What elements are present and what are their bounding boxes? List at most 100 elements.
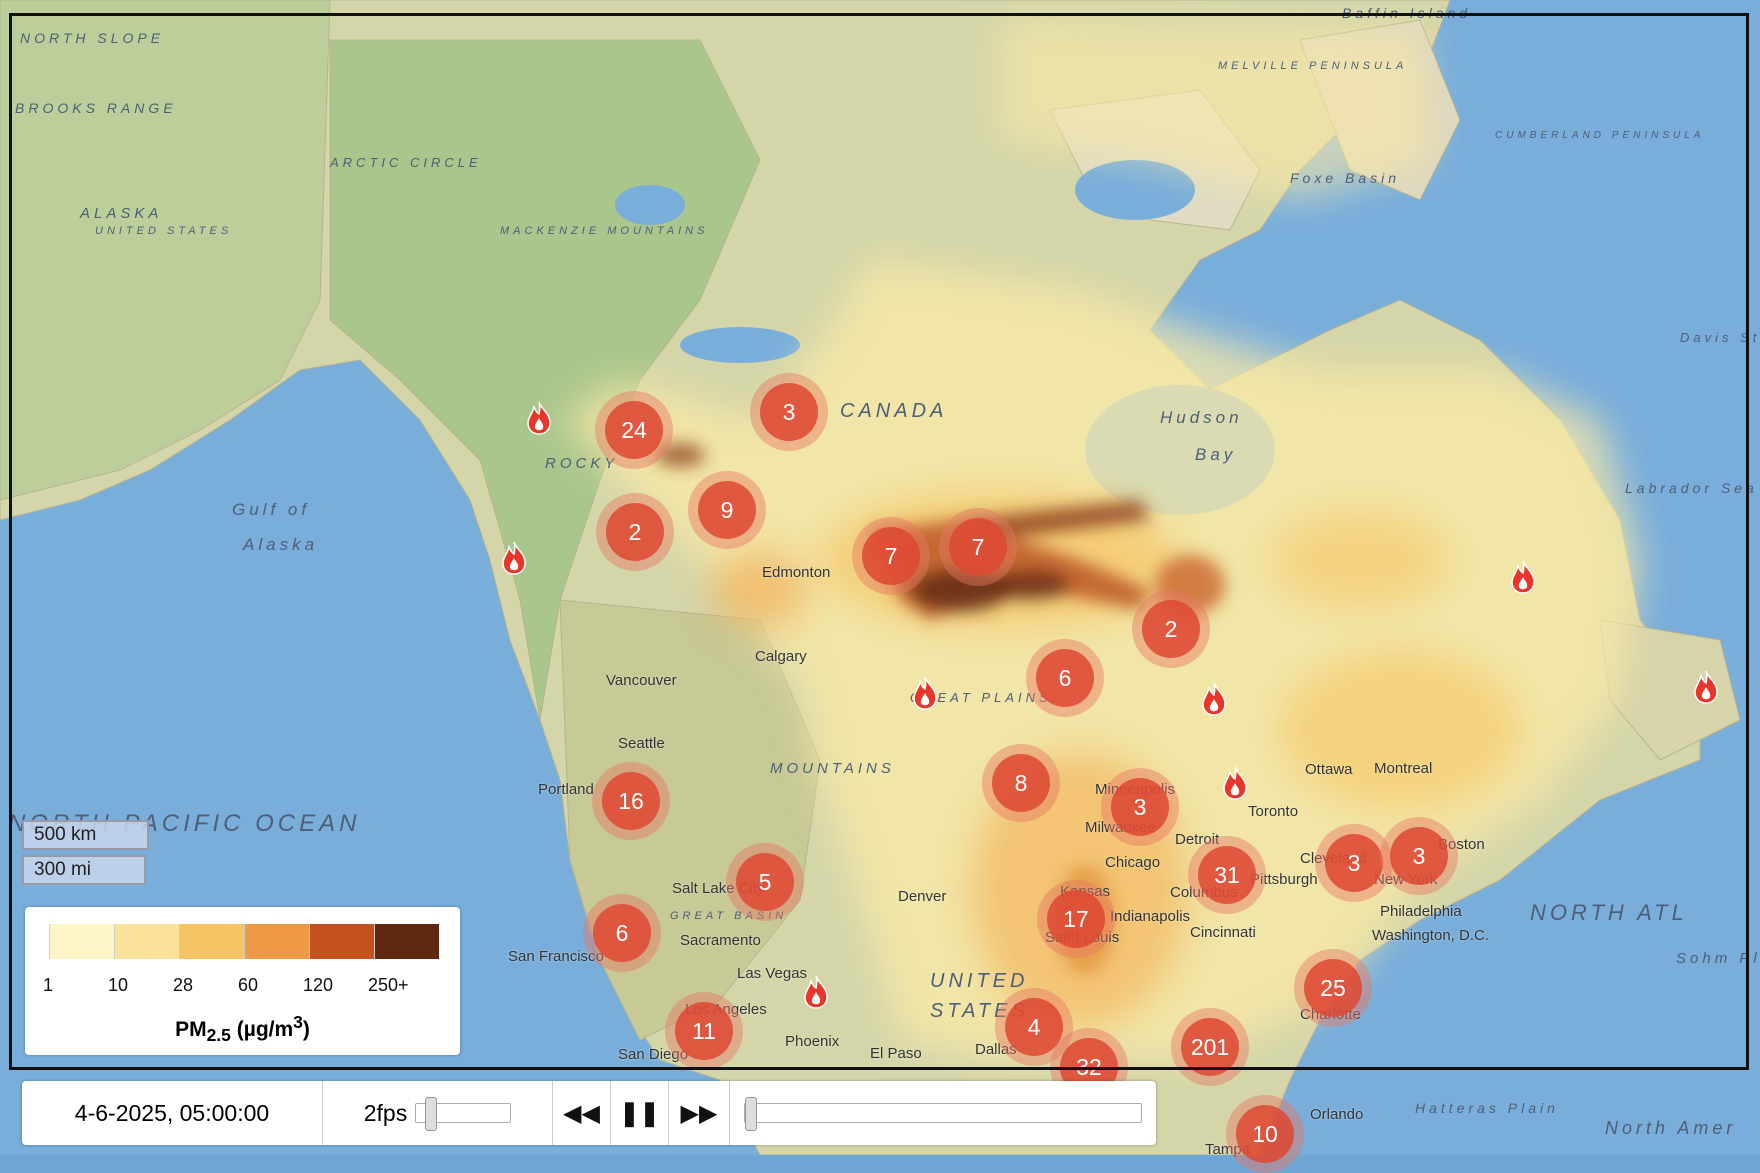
fire-cluster-marker[interactable]: 8 [982,744,1060,822]
fire-cluster-marker[interactable]: 31 [1188,836,1266,914]
fire-icon[interactable] [526,401,552,435]
region-label: Sohm Pl [1676,950,1760,967]
fast-forward-button[interactable]: ▶▶ [669,1081,730,1145]
fire-cluster-marker[interactable]: 6 [1026,639,1104,717]
city-label: Sacramento [680,932,761,949]
city-label: Phoenix [785,1033,840,1050]
cluster-count: 3 [1390,827,1448,885]
city-label: El Paso [870,1045,922,1062]
region-label: Foxe Basin [1290,170,1401,186]
region-label: ALASKA [80,205,163,222]
region-label: MELVILLE PENINSULA [1218,60,1408,72]
cluster-count: 201 [1181,1018,1239,1076]
fire-cluster-marker[interactable]: 201 [1171,1008,1249,1086]
cluster-count: 11 [675,1002,733,1060]
fire-cluster-marker[interactable]: 3 [750,373,828,451]
region-label: NORTH SLOPE [20,30,165,46]
region-label: BROOKS RANGE [15,100,177,116]
cluster-count: 16 [602,772,660,830]
region-label: Hatteras Plain [1415,1100,1559,1116]
fps-slider[interactable] [415,1097,512,1131]
region-label: Bay [1195,445,1237,464]
cluster-count: 3 [1111,778,1169,836]
city-label: Philadelphia [1380,903,1462,920]
legend-title-unit: (µg/m [230,1018,294,1041]
fps-label: 2fps [363,1099,408,1126]
region-label: Labrador Sea [1625,480,1758,496]
region-label: MOUNTAINS [770,760,895,777]
city-label: Seattle [618,735,665,752]
legend-swatch [114,924,179,959]
region-label: North Amer [1605,1118,1737,1138]
legend-tick: 60 [238,975,259,995]
city-label: Vancouver [606,672,677,689]
fire-cluster-marker[interactable]: 2 [1132,590,1210,668]
legend-tick: 1 [43,975,54,995]
pause-button[interactable]: ❚❚ [611,1081,669,1145]
region-label: MACKENZIE MOUNTAINS [500,225,709,237]
fire-cluster-marker[interactable]: 16 [592,762,670,840]
legend-swatch [49,924,114,959]
region-label: UNITED [930,970,1029,992]
cluster-count: 2 [606,503,664,561]
fire-icon[interactable] [1222,766,1248,800]
region-label: Baffin Island [1342,5,1472,21]
fast-forward-icon: ▶▶ [680,1099,718,1127]
legend-title: PM2.5 (µg/m3) [25,1012,460,1046]
legend-swatch [309,924,374,959]
fire-icon[interactable] [1693,670,1719,704]
city-label: Ottawa [1305,761,1353,778]
cluster-count: 3 [760,383,818,441]
fire-cluster-marker[interactable]: 7 [939,508,1017,586]
fire-cluster-marker[interactable]: 3 [1101,768,1179,846]
legend-tick: 120 [303,975,334,995]
region-label: CANADA [840,400,948,422]
fire-icon[interactable] [803,975,829,1009]
cluster-count: 31 [1198,846,1256,904]
city-label: Orlando [1310,1106,1364,1123]
legend-swatch [244,924,309,959]
region-label: UNITED STATES [95,225,233,237]
legend-swatch [374,924,439,959]
fps-slider-handle[interactable] [424,1097,437,1131]
animation-controls: 4-6-2025, 05:00:00 2fps ◀◀ ❚❚ ▶▶ [22,1081,1156,1145]
city-label: Toronto [1248,803,1299,820]
time-slider-handle[interactable] [745,1097,757,1131]
city-label: Washington, D.C. [1372,927,1489,944]
fire-cluster-marker[interactable]: 25 [1294,949,1372,1027]
fire-cluster-marker[interactable]: 5 [726,843,804,921]
scale-mi: 300 mi [22,855,146,885]
legend-tick: 250+ [368,975,409,995]
fire-icon[interactable] [1510,560,1536,594]
city-label: Las Vegas [737,965,808,982]
cluster-count: 7 [949,518,1007,576]
time-slider[interactable] [744,1097,1142,1131]
pm25-legend: 1 10 28 60 120 250+ PM2.5 (µg/m3) [25,907,460,1055]
city-label: Indianapolis [1110,908,1191,925]
fire-cluster-marker[interactable]: 10 [1226,1095,1304,1173]
fire-icon[interactable] [1201,682,1227,716]
fire-cluster-marker[interactable]: 2 [596,493,674,571]
legend-swatch [179,924,244,959]
rewind-button[interactable]: ◀◀ [553,1081,611,1145]
fire-cluster-marker[interactable]: 6 [583,894,661,972]
fire-cluster-marker[interactable]: 17 [1037,880,1115,958]
fire-icon[interactable] [501,541,527,575]
datetime-display: 4-6-2025, 05:00:00 [22,1081,323,1145]
city-label: Cincinnati [1190,924,1256,941]
fire-icon[interactable] [912,676,938,710]
cluster-count: 9 [698,481,756,539]
city-label: Montreal [1374,760,1433,777]
region-label: Gulf of [232,500,311,519]
fire-cluster-marker[interactable]: 11 [665,992,743,1070]
cluster-count: 2 [1142,600,1200,658]
cluster-count: 6 [1036,649,1094,707]
fire-cluster-marker[interactable]: 24 [595,391,673,469]
legend-tick: 28 [173,975,194,995]
fire-cluster-marker[interactable]: 3 [1380,817,1458,895]
fire-cluster-marker[interactable]: 7 [852,517,930,595]
fire-cluster-marker[interactable]: 9 [688,471,766,549]
cluster-count: 6 [593,904,651,962]
city-label: Calgary [755,648,807,665]
rewind-icon: ◀◀ [563,1099,600,1127]
